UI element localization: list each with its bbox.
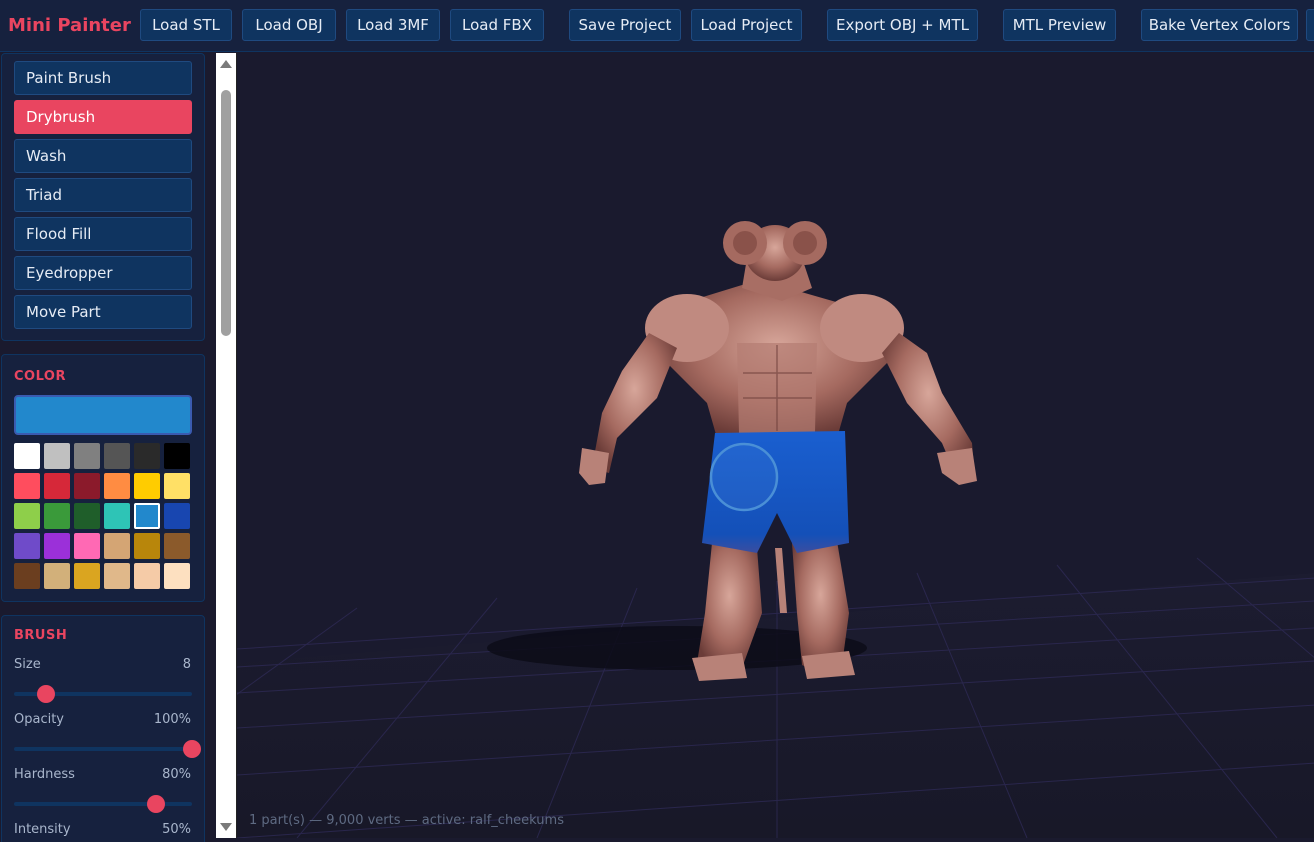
opacity-label: Opacity — [14, 712, 65, 727]
palette-swatch[interactable] — [104, 503, 130, 529]
hardness-slider-thumb[interactable] — [147, 795, 166, 813]
ground-plane — [237, 573, 1314, 838]
app-title: Mini Painter — [8, 15, 131, 36]
export-obj-mtl-button[interactable]: Export OBJ + MTL — [827, 9, 978, 41]
tool-flood-fill[interactable]: Flood Fill — [14, 217, 192, 251]
palette-swatch[interactable] — [134, 503, 160, 529]
palette-swatch[interactable] — [74, 443, 100, 469]
palette-swatch[interactable] — [134, 443, 160, 469]
scrollbar-thumb[interactable] — [221, 90, 231, 336]
tools-panel: Paint Brush Drybrush Wash Triad Flood Fi… — [1, 53, 205, 341]
tool-wash[interactable]: Wash — [14, 139, 192, 173]
tool-move-part[interactable]: Move Part — [14, 295, 192, 329]
viewport-canvas[interactable] — [237, 53, 1314, 838]
palette-swatch[interactable] — [14, 503, 40, 529]
hardness-slider[interactable] — [14, 795, 192, 813]
tool-eyedropper[interactable]: Eyedropper — [14, 256, 192, 290]
palette-swatch[interactable] — [74, 563, 100, 589]
palette-swatch[interactable] — [134, 473, 160, 499]
load-3mf-button[interactable]: Load 3MF — [346, 9, 440, 41]
opacity-value: 100% — [153, 712, 191, 727]
palette-swatch[interactable] — [44, 563, 70, 589]
palette-swatch[interactable] — [164, 443, 190, 469]
size-label: Size — [14, 657, 41, 672]
palette-swatch[interactable] — [74, 473, 100, 499]
palette-swatch[interactable] — [14, 473, 40, 499]
palette-swatch[interactable] — [14, 533, 40, 559]
palette-swatch[interactable] — [44, 533, 70, 559]
bake-vertex-colors-button[interactable]: Bake Vertex Colors — [1141, 9, 1298, 41]
palette-swatch[interactable] — [104, 533, 130, 559]
opacity-slider[interactable] — [14, 740, 201, 758]
palette-swatch[interactable] — [164, 473, 190, 499]
viewport-status: 1 part(s) — 9,000 verts — active: ralf_c… — [249, 813, 564, 828]
palette-swatch[interactable] — [74, 503, 100, 529]
tool-drybrush[interactable]: Drybrush — [14, 100, 192, 134]
tool-triad[interactable]: Triad — [14, 178, 192, 212]
opacity-slider-thumb[interactable] — [183, 740, 201, 758]
brush-panel: BRUSH Size 8 Opacity 100% Hardness 80% I… — [1, 615, 205, 842]
scroll-up-arrow-icon[interactable] — [220, 60, 232, 68]
palette-swatch[interactable] — [134, 533, 160, 559]
palette-swatch[interactable] — [44, 443, 70, 469]
load-fbx-button[interactable]: Load FBX — [450, 9, 544, 41]
3d-viewport[interactable]: 1 part(s) — 9,000 verts — active: ralf_c… — [236, 53, 1314, 838]
palette-swatch[interactable] — [164, 503, 190, 529]
palette-swatch[interactable] — [14, 563, 40, 589]
palette-swatch[interactable] — [44, 473, 70, 499]
intensity-value: 50% — [162, 822, 191, 837]
size-slider-thumb[interactable] — [37, 685, 56, 703]
palette-swatch[interactable] — [164, 533, 190, 559]
brush-section-title: BRUSH — [14, 628, 68, 643]
scroll-down-arrow-icon[interactable] — [220, 823, 232, 831]
brush-cursor — [709, 442, 779, 512]
palette-swatch[interactable] — [74, 533, 100, 559]
save-project-button[interactable]: Save Project — [569, 9, 681, 41]
sidebar-scrollbar[interactable] — [216, 53, 236, 838]
palette-swatch[interactable] — [104, 443, 130, 469]
load-stl-button[interactable]: Load STL — [140, 9, 232, 41]
palette-swatch[interactable] — [44, 503, 70, 529]
hardness-value: 80% — [162, 767, 191, 782]
color-panel: COLOR — [1, 354, 205, 602]
load-obj-button[interactable]: Load OBJ — [242, 9, 336, 41]
size-value: 8 — [182, 657, 191, 672]
mtl-preview-button[interactable]: MTL Preview — [1003, 9, 1116, 41]
tool-paint-brush[interactable]: Paint Brush — [14, 61, 192, 95]
palette-swatch[interactable] — [104, 563, 130, 589]
hardness-label: Hardness — [14, 767, 75, 782]
palette-swatch[interactable] — [104, 473, 130, 499]
top-toolbar: Mini Painter Load STL Load OBJ Load 3MF … — [0, 0, 1314, 52]
color-palette — [14, 443, 194, 589]
palette-swatch[interactable] — [164, 563, 190, 589]
overflow-button[interactable] — [1306, 9, 1314, 41]
sidebar: Paint Brush Drybrush Wash Triad Flood Fi… — [0, 53, 216, 842]
palette-swatch[interactable] — [14, 443, 40, 469]
color-section-title: COLOR — [14, 369, 66, 384]
size-slider[interactable] — [14, 685, 192, 703]
intensity-label: Intensity — [14, 822, 71, 837]
load-project-button[interactable]: Load Project — [691, 9, 802, 41]
current-color-swatch[interactable] — [14, 395, 192, 435]
palette-swatch[interactable] — [134, 563, 160, 589]
